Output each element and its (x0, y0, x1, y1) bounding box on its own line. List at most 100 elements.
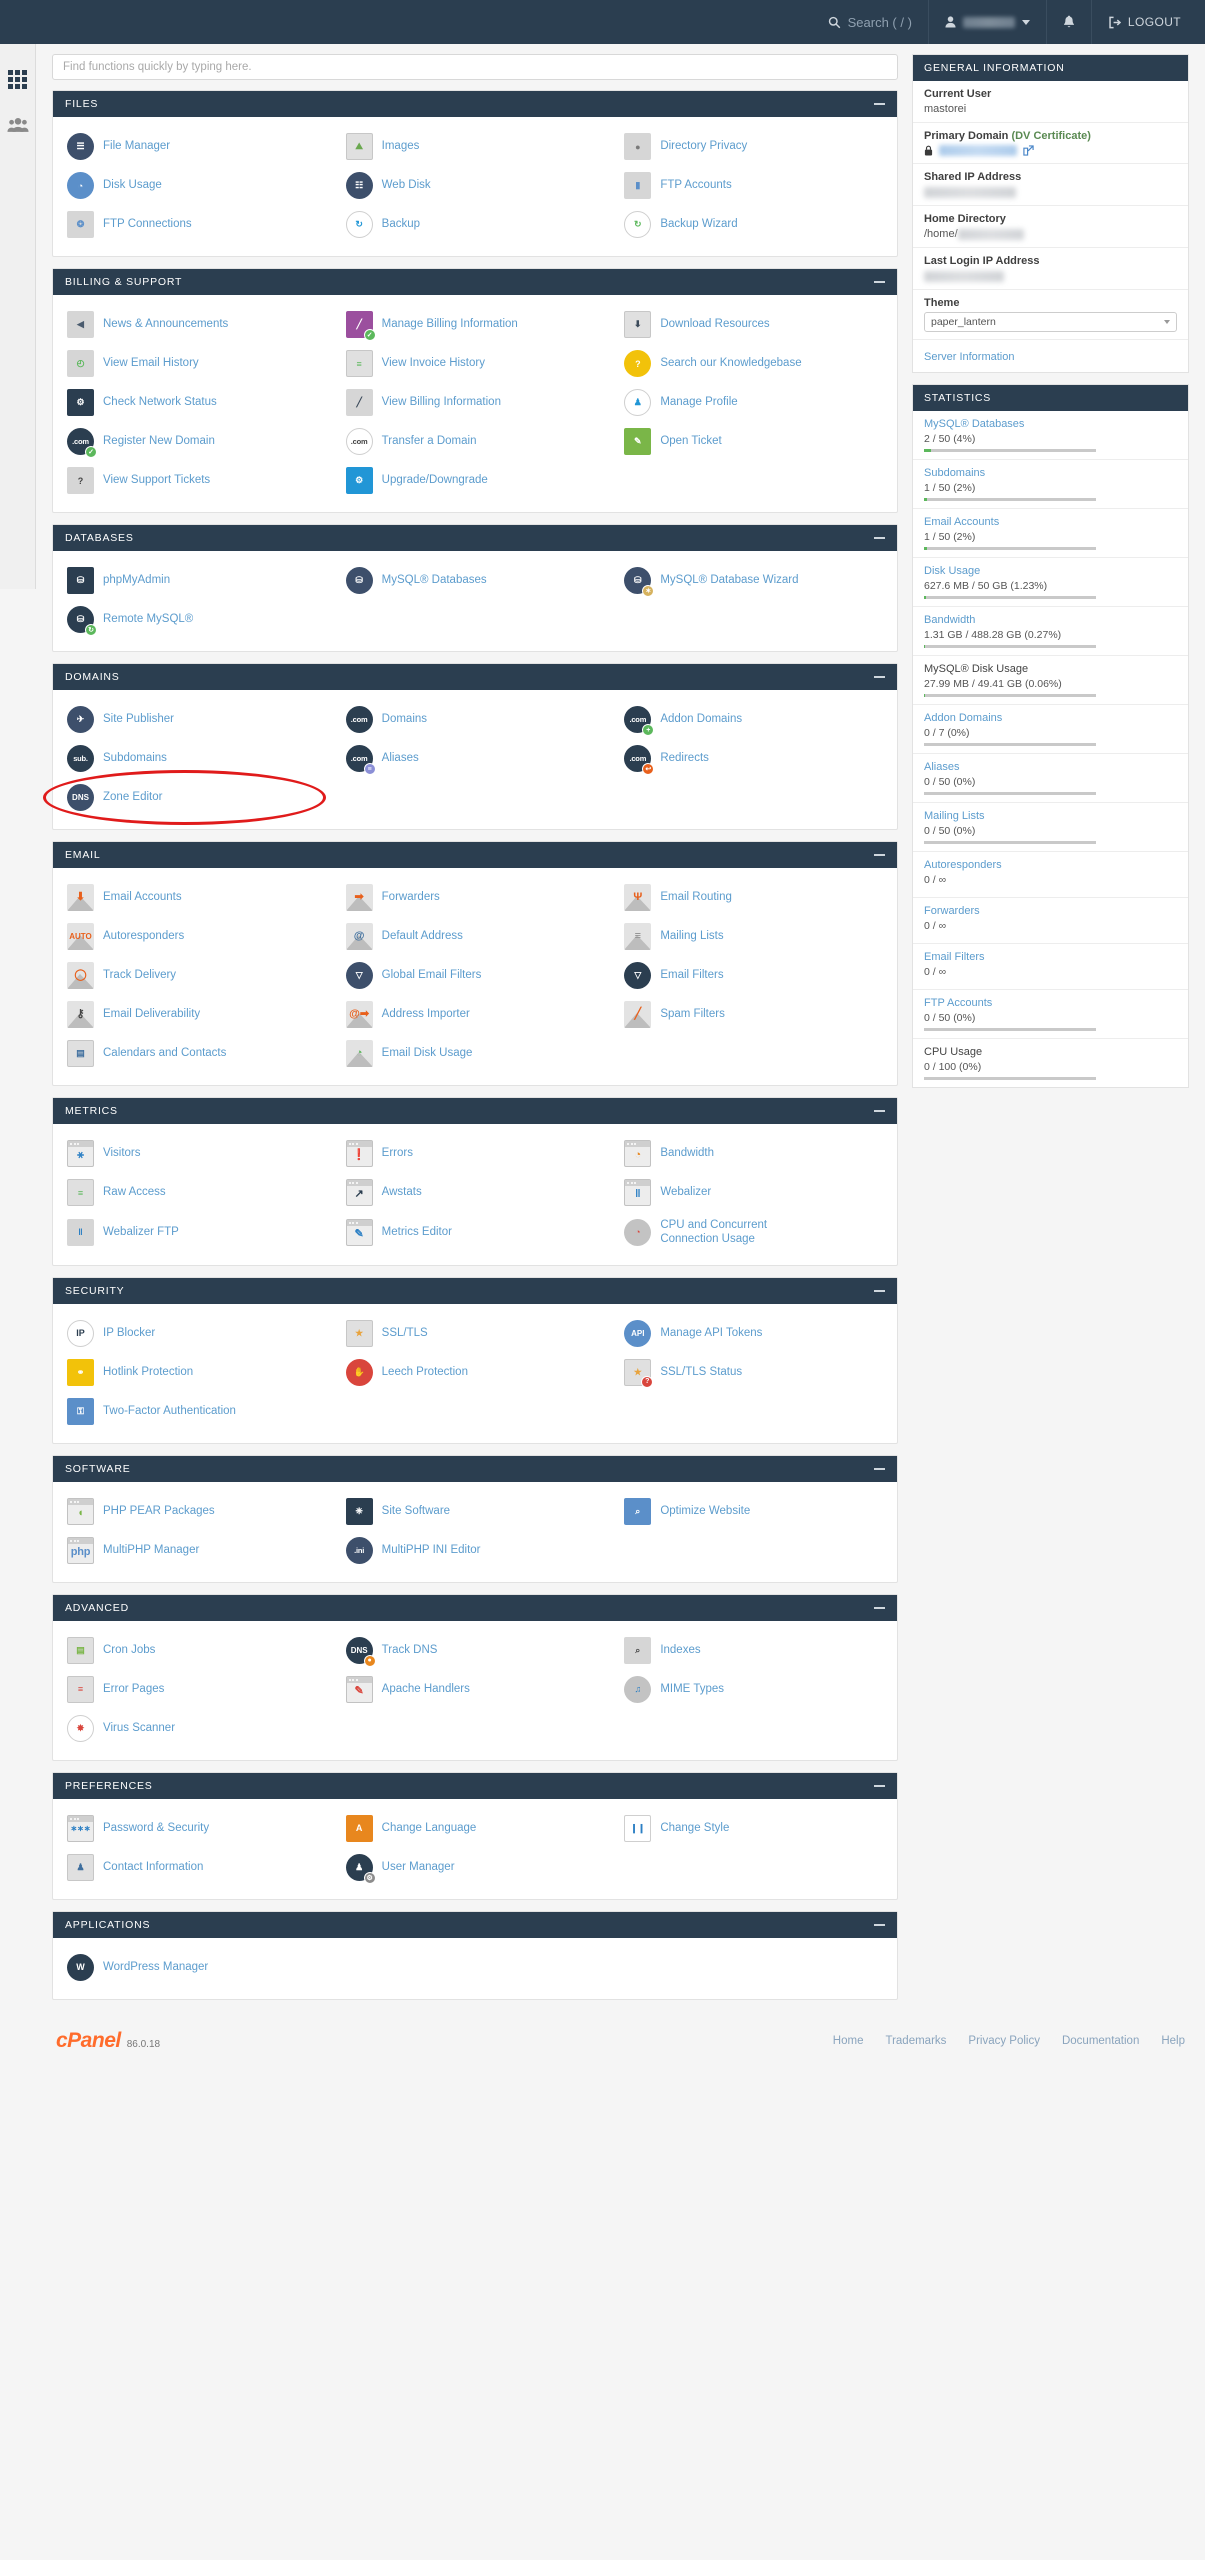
section-header-billing[interactable]: BILLING & SUPPORT (53, 269, 897, 295)
tile-user-manager[interactable]: ♟ ⚙ User Manager (336, 1848, 615, 1887)
tile-errors[interactable]: ❗ Errors (336, 1134, 615, 1173)
section-header-email[interactable]: EMAIL (53, 842, 897, 868)
tile-indexes[interactable]: ⌕ Indexes (614, 1631, 893, 1670)
tile-virus-scanner[interactable]: ✸ Virus Scanner (57, 1709, 336, 1748)
tile-credit-card[interactable]: ╱ ✓ Manage Billing Information (336, 305, 615, 344)
tile-domains[interactable]: .com Domains (336, 700, 615, 739)
collapse-icon[interactable] (874, 1784, 885, 1787)
tile-language[interactable]: A Change Language (336, 1809, 615, 1848)
tile-raw-access[interactable]: ≡ Raw Access (57, 1173, 336, 1212)
section-header-domains[interactable]: DOMAINS (53, 664, 897, 690)
section-header-files[interactable]: FILES (53, 91, 897, 117)
tile-cpu-usage[interactable]: ◔ CPU and Concurrent Connection Usage (614, 1212, 893, 1253)
tile-ticket[interactable]: ✎ Open Ticket (614, 422, 893, 461)
tile-bandwidth[interactable]: ◔ Bandwidth (614, 1134, 893, 1173)
stat-label[interactable]: MySQL® Databases (924, 418, 1177, 430)
collapse-icon[interactable] (874, 676, 885, 678)
collapse-icon[interactable] (874, 537, 885, 539)
tile-deliverability[interactable]: ⚷ Email Deliverability (57, 995, 336, 1034)
tile-register-domain[interactable]: .com ✓ Register New Domain (57, 422, 336, 461)
stat-label[interactable]: Mailing Lists (924, 810, 1177, 822)
stat-label[interactable]: Forwarders (924, 905, 1177, 917)
tile-php-pear[interactable]: ◖ PHP PEAR Packages (57, 1492, 336, 1531)
tile-track-delivery[interactable]: ◯ Track Delivery (57, 956, 336, 995)
tile-visitors[interactable]: ⚹ Visitors (57, 1134, 336, 1173)
collapse-icon[interactable] (874, 1289, 885, 1292)
stat-label[interactable]: Aliases (924, 761, 1177, 773)
tile-contact-info[interactable]: ♟ Contact Information (57, 1848, 336, 1887)
stat-label[interactable]: FTP Accounts (924, 997, 1177, 1009)
tile-addon-domains[interactable]: .com + Addon Domains (614, 700, 893, 739)
tile-upgrade[interactable]: ⚙ Upgrade/Downgrade (336, 461, 615, 500)
tile-lightbulb[interactable]: ? Search our Knowledgebase (614, 344, 893, 383)
user-menu[interactable] (927, 0, 1046, 44)
section-header-databases[interactable]: DATABASES (53, 525, 897, 551)
tile-metrics-editor[interactable]: ✎ Metrics Editor (336, 1212, 615, 1253)
collapse-icon[interactable] (874, 103, 885, 105)
footer-link[interactable]: Documentation (1062, 2035, 1139, 2047)
collapse-icon[interactable] (874, 1606, 885, 1609)
tile-apache-handlers[interactable]: ✎ Apache Handlers (336, 1670, 615, 1709)
footer-link[interactable]: Home (833, 2035, 864, 2047)
tile-email-routing[interactable]: Ψ Email Routing (614, 878, 893, 917)
tile-ip-blocker[interactable]: IP IP Blocker (57, 1314, 336, 1353)
tile-mime-types[interactable]: ♫ MIME Types (614, 1670, 893, 1709)
tile-autoresponders[interactable]: AUTO Autoresponders (57, 917, 336, 956)
footer-link[interactable]: Trademarks (885, 2035, 946, 2047)
stat-label[interactable]: Email Accounts (924, 516, 1177, 528)
notifications-button[interactable] (1045, 0, 1091, 44)
stat-label[interactable]: Email Filters (924, 951, 1177, 963)
tile-api-tokens[interactable]: API Manage API Tokens (614, 1314, 893, 1353)
footer-link[interactable]: Help (1161, 2035, 1185, 2047)
tile-default-address[interactable]: @ Default Address (336, 917, 615, 956)
tile-track-dns[interactable]: DNS ● Track DNS (336, 1631, 615, 1670)
tile-backup-wizard[interactable]: ↻ Backup Wizard (614, 205, 893, 244)
tile-email-disk-usage[interactable]: ◔ Email Disk Usage (336, 1034, 615, 1073)
tile-folder-lock[interactable]: ● Directory Privacy (614, 127, 893, 166)
section-header-advanced[interactable]: ADVANCED (53, 1594, 897, 1621)
section-header-metrics[interactable]: METRICS (53, 1098, 897, 1124)
collapse-icon[interactable] (874, 1923, 885, 1926)
tile-certificate[interactable]: ★ SSL/TLS (336, 1314, 615, 1353)
stat-label[interactable]: Autoresponders (924, 859, 1177, 871)
server-information-link[interactable]: Server Information (924, 351, 1014, 363)
tile-web-disk[interactable]: ☷ Web Disk (336, 166, 615, 205)
collapse-icon[interactable] (874, 854, 885, 856)
stat-label[interactable]: Disk Usage (924, 565, 1177, 577)
tile-site-software[interactable]: ❈ Site Software (336, 1492, 615, 1531)
section-header-security[interactable]: SECURITY (53, 1277, 897, 1304)
tile-file-cabinet[interactable]: ☰ File Manager (57, 127, 336, 166)
tile-calendar[interactable]: ▤ Calendars and Contacts (57, 1034, 336, 1073)
tile-email-filters[interactable]: ▽ Email Filters (614, 956, 893, 995)
tile-two-factor[interactable]: ⚿ Two-Factor Authentication (57, 1392, 336, 1431)
tile-redirects[interactable]: .com ↩ Redirects (614, 739, 893, 778)
tile-change-style[interactable]: ❙❙ Change Style (614, 1809, 893, 1848)
tile-subdomains[interactable]: sub. Subdomains (57, 739, 336, 778)
server-information-row[interactable]: Server Information (913, 340, 1188, 372)
section-header-preferences[interactable]: PREFERENCES (53, 1772, 897, 1799)
tile-support-ticket[interactable]: ? View Support Tickets (57, 461, 336, 500)
sidebar-item-user-manager[interactable] (0, 102, 35, 148)
search-input[interactable]: Find functions quickly by typing here. (52, 54, 898, 80)
stat-label[interactable]: Addon Domains (924, 712, 1177, 724)
global-search[interactable]: Search ( / ) (812, 0, 928, 44)
tile-global-filters[interactable]: ▽ Global Email Filters (336, 956, 615, 995)
tile-webalizer-ftp[interactable]: ‖ Webalizer FTP (57, 1212, 336, 1253)
tile-multiphp-ini[interactable]: .ini MultiPHP INI Editor (336, 1531, 615, 1570)
tile-ssl-status[interactable]: ★? SSL/TLS Status (614, 1353, 893, 1392)
dv-certificate-link[interactable]: (DV Certificate) (1011, 130, 1090, 142)
tile-billing-card[interactable]: ╱ View Billing Information (336, 383, 615, 422)
tile-wordpress[interactable]: W WordPress Manager (57, 1948, 336, 1987)
tile-site-publisher[interactable]: ✈ Site Publisher (57, 700, 336, 739)
tile-email-accounts[interactable]: ⬇ Email Accounts (57, 878, 336, 917)
external-link-icon[interactable] (1023, 145, 1034, 156)
tile-address-importer[interactable]: @➡ Address Importer (336, 995, 615, 1034)
tile-network-status[interactable]: ⚙ Check Network Status (57, 383, 336, 422)
tile-backup[interactable]: ↻ Backup (336, 205, 615, 244)
tile-error-pages[interactable]: ≡ Error Pages (57, 1670, 336, 1709)
tile-download-doc[interactable]: ⬇ Download Resources (614, 305, 893, 344)
tile-mysql-wizard[interactable]: ⛁ ✶ MySQL® Database Wizard (614, 561, 893, 600)
tile-transfer-domain[interactable]: .com Transfer a Domain (336, 422, 615, 461)
tile-cron-jobs[interactable]: ▤ Cron Jobs (57, 1631, 336, 1670)
tile-zone-editor[interactable]: DNS Zone Editor (57, 778, 336, 817)
